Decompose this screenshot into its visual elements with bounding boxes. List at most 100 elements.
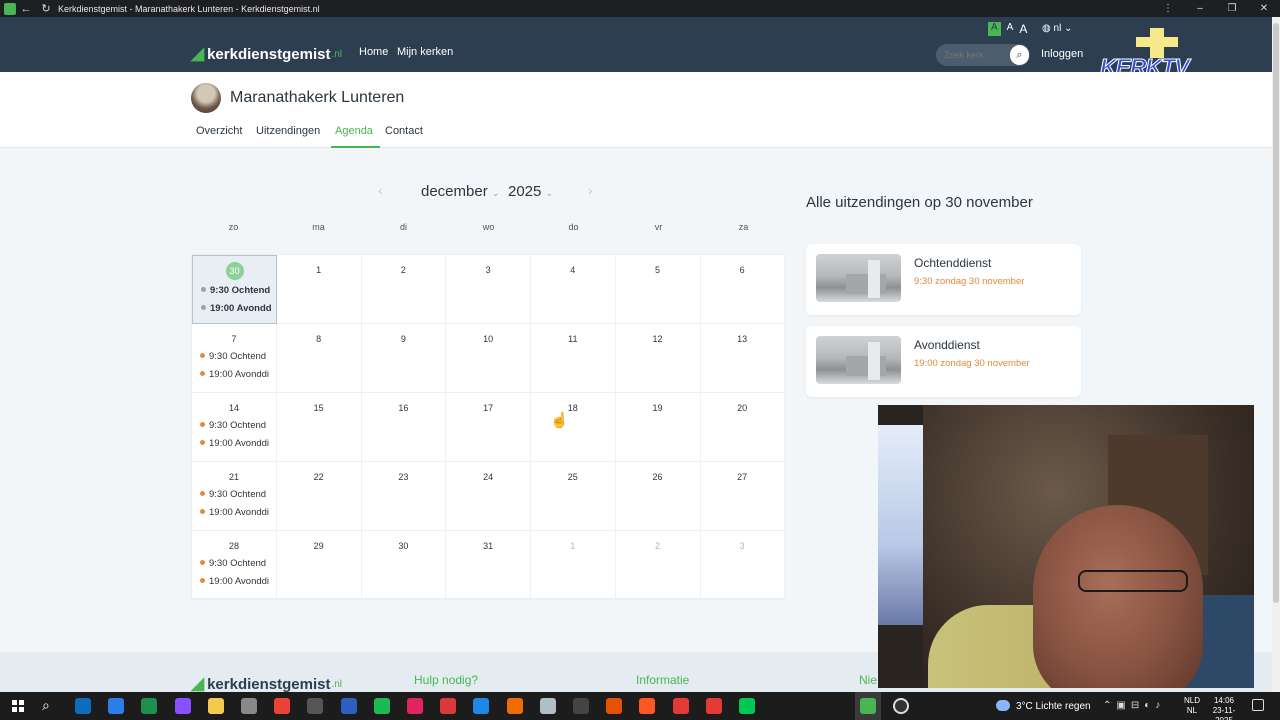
calendar-day[interactable]: 31 — [446, 531, 532, 600]
minimize-icon[interactable]: – — [1184, 3, 1216, 14]
system-tray-icons[interactable]: ⌃▣⊟◐♪ — [1103, 700, 1165, 711]
font-size-medium[interactable]: A — [1007, 22, 1014, 36]
app-app-icon[interactable] — [639, 698, 656, 714]
excel-app-icon[interactable] — [141, 698, 158, 714]
calendar-day[interactable]: 21 9:30 Ochtend 19:00 Avonddi — [192, 462, 277, 531]
calendar-day[interactable]: 12 — [615, 324, 701, 393]
calendar-day[interactable]: 14 9:30 Ochtend 19:00 Avonddi — [192, 393, 277, 462]
notification-icon[interactable] — [1252, 699, 1264, 711]
calendar-day[interactable]: 7 9:30 Ochtend 19:00 Avonddi — [192, 324, 277, 393]
calendar-day[interactable]: 23 — [361, 462, 447, 531]
calendar-day[interactable]: 2 — [615, 531, 701, 600]
calendar-day[interactable]: 13 — [700, 324, 786, 393]
page-scrollbar[interactable] — [1272, 17, 1280, 692]
footer-logo[interactable]: ◢ kerkdienstgemist .nl — [191, 674, 342, 694]
calendar-day[interactable]: 10 — [446, 324, 532, 393]
menu-icon[interactable]: ⋮ — [1152, 3, 1184, 14]
calendar-day[interactable]: 22 — [276, 462, 362, 531]
app-app-icon[interactable] — [606, 698, 623, 714]
calendar-store-app-icon[interactable] — [108, 698, 125, 714]
calendar-day[interactable]: 16 — [361, 393, 447, 462]
tab-uitzendingen[interactable]: Uitzendingen — [256, 125, 320, 137]
tab-overzicht[interactable]: Overzicht — [196, 125, 242, 137]
calendar-day[interactable]: 1 — [276, 255, 362, 324]
login-link[interactable]: Inloggen — [1041, 48, 1083, 60]
chrome-app-icon[interactable] — [307, 698, 324, 714]
calendar-event[interactable]: 9:30 Ochtend — [200, 351, 276, 362]
calendar-day[interactable]: 28 9:30 Ochtend 19:00 Avonddi — [192, 531, 277, 600]
app-app-icon[interactable] — [473, 698, 490, 714]
calendar-day[interactable]: 11 — [530, 324, 616, 393]
close-icon[interactable]: ✕ — [1248, 3, 1280, 14]
calendar-day[interactable]: 1 — [530, 531, 616, 600]
calendar-event[interactable]: 9:30 Ochtend — [200, 489, 276, 500]
calendar-day[interactable]: 20 — [700, 393, 786, 462]
app-app-icon[interactable] — [506, 698, 523, 714]
calendar-day[interactable]: 29 — [276, 531, 362, 600]
calendar-day[interactable]: 17 — [446, 393, 532, 462]
search-icon[interactable]: ⌕ — [1010, 45, 1029, 65]
next-month-button[interactable]: › — [588, 182, 593, 198]
prev-month-button[interactable]: ‹ — [378, 182, 383, 198]
search-icon[interactable]: ⌕ — [42, 697, 50, 714]
calendar-day[interactable]: 8 — [276, 324, 362, 393]
obs-app-icon[interactable] — [893, 698, 909, 714]
start-icon[interactable] — [12, 700, 24, 712]
calendar-event[interactable]: 9:30 Ochtend — [200, 420, 276, 431]
calendar-event[interactable]: 19:00 Avonddi — [200, 369, 276, 380]
input-language[interactable]: NLD NL — [1184, 696, 1200, 716]
app-app-icon[interactable] — [539, 698, 556, 714]
scrollbar-thumb[interactable] — [1273, 23, 1279, 603]
calendar-day[interactable]: 4 — [530, 255, 616, 324]
edge-app-icon[interactable] — [207, 698, 224, 714]
calendar-event[interactable]: 9:30 Ochtend — [200, 558, 276, 569]
calendar-day-today[interactable]: 30 9:30 Ochtend 19:00 Avondd — [192, 255, 277, 324]
year-selector[interactable]: 2025 ⌄ — [508, 183, 553, 200]
calendar-day[interactable]: 3 — [700, 531, 786, 600]
calendar-app-icon[interactable] — [174, 698, 191, 714]
app-app-icon[interactable] — [573, 698, 589, 714]
clock[interactable]: 14:0623-11-2025 — [1204, 696, 1244, 720]
calendar-day[interactable]: 30 — [361, 531, 447, 600]
nav-mijn-kerken[interactable]: Mijn kerken — [397, 46, 453, 58]
font-size-large[interactable]: A — [1019, 22, 1027, 36]
calendar-day[interactable]: 27 — [700, 462, 786, 531]
calendar-day[interactable]: 19 — [615, 393, 701, 462]
weather-text[interactable]: 3°C Lichte regen — [1016, 701, 1091, 712]
calendar-day[interactable]: 18 — [530, 393, 616, 462]
broadcast-card[interactable]: Ochtenddienst 9:30 zondag 30 november — [806, 244, 1081, 315]
calendar-day[interactable]: 26 — [615, 462, 701, 531]
youtube-app-icon[interactable] — [672, 698, 689, 714]
tab-agenda[interactable]: Agenda — [335, 125, 373, 137]
outlook-app-icon[interactable] — [75, 698, 91, 714]
search-input[interactable] — [944, 50, 1010, 60]
kerkdienstgemist-app-icon[interactable] — [860, 698, 876, 714]
k-app-app-icon[interactable] — [739, 698, 755, 714]
site-logo[interactable]: ◢ kerkdienstgemist .nl — [191, 44, 342, 64]
calendar-day[interactable]: 24 — [446, 462, 532, 531]
calendar-event[interactable]: 19:00 Avonddi — [200, 576, 276, 587]
language-selector[interactable]: ◍ nl ⌄ — [1042, 23, 1072, 34]
back-icon[interactable]: ← — [16, 3, 36, 15]
calendar-event[interactable]: 19:00 Avonddi — [200, 438, 276, 449]
calendar-day[interactable]: 15 — [276, 393, 362, 462]
reload-icon[interactable]: ↻ — [36, 2, 56, 15]
tab-contact[interactable]: Contact — [385, 125, 423, 137]
download-app-icon[interactable] — [705, 698, 722, 714]
nav-home[interactable]: Home — [359, 46, 388, 58]
calendar-day[interactable]: 9 — [361, 324, 447, 393]
calendar-day[interactable]: 3 — [446, 255, 532, 324]
broadcast-card[interactable]: Avonddienst 19:00 zondag 30 november — [806, 326, 1081, 397]
maximize-icon[interactable]: ❐ — [1216, 3, 1248, 14]
spotify-app-icon[interactable] — [407, 698, 423, 714]
calendar-day[interactable]: 6 — [700, 255, 786, 324]
calendar-event[interactable]: 9:30 Ochtend — [201, 285, 276, 296]
files-app-icon[interactable] — [241, 698, 257, 714]
media-player-app-icon[interactable] — [274, 698, 291, 714]
calendar-day[interactable]: 2 — [361, 255, 447, 324]
calendar-event[interactable]: 19:00 Avonddi — [200, 507, 276, 518]
month-selector[interactable]: december ⌄ — [421, 183, 499, 200]
app-app-icon[interactable] — [373, 698, 390, 714]
calendar-day[interactable]: 5 — [615, 255, 701, 324]
app-app-icon[interactable] — [440, 698, 457, 714]
